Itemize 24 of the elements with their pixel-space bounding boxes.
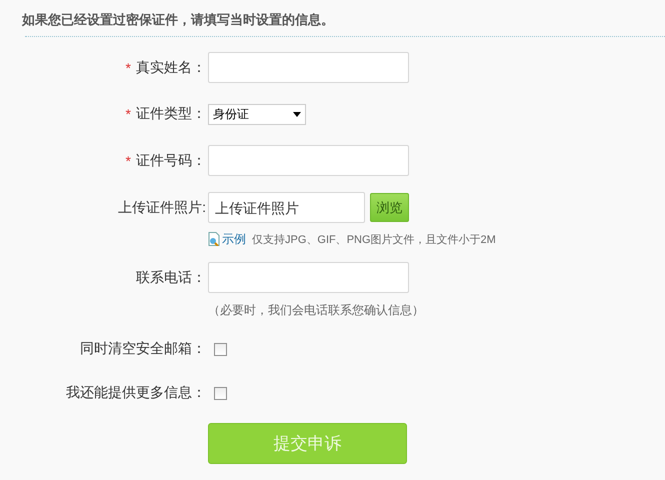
field-label: 联系电话： [136, 268, 206, 286]
type-dropdown[interactable]: 身份证 [208, 104, 306, 124]
upload-hint: 仅支持JPG、GIF、PNG图片文件，且文件小于2M [252, 232, 496, 246]
field-label: 证件号码： [136, 152, 206, 170]
dropdown-arrow-icon [293, 112, 301, 116]
browse-button[interactable]: 浏览 [370, 193, 409, 222]
checkbox[interactable] [214, 342, 227, 356]
text-field[interactable] [208, 145, 409, 176]
example-link[interactable]: 示例 [222, 230, 246, 248]
field-label: 同时清空安全邮箱： [80, 340, 206, 358]
magnifier-document-icon [208, 232, 220, 246]
field-label: 上传证件照片: [118, 198, 206, 216]
field-label: 证件类型： [136, 105, 206, 123]
field-label: 我还能提供更多信息： [66, 384, 206, 402]
required-marker: * [126, 106, 131, 122]
text-field[interactable] [208, 52, 409, 83]
file-field[interactable]: 上传证件照片 [208, 192, 365, 223]
checkbox[interactable] [214, 386, 227, 400]
field-note: （必要时，我们会电话联系您确认信息） [208, 302, 424, 318]
required-marker: * [126, 152, 131, 168]
text-field[interactable] [208, 262, 409, 293]
field-label: 真实姓名： [136, 58, 206, 76]
form-heading: 如果您已经设置过密保证件，请填写当时设置的信息。 [22, 12, 335, 29]
required-marker: * [126, 60, 131, 76]
